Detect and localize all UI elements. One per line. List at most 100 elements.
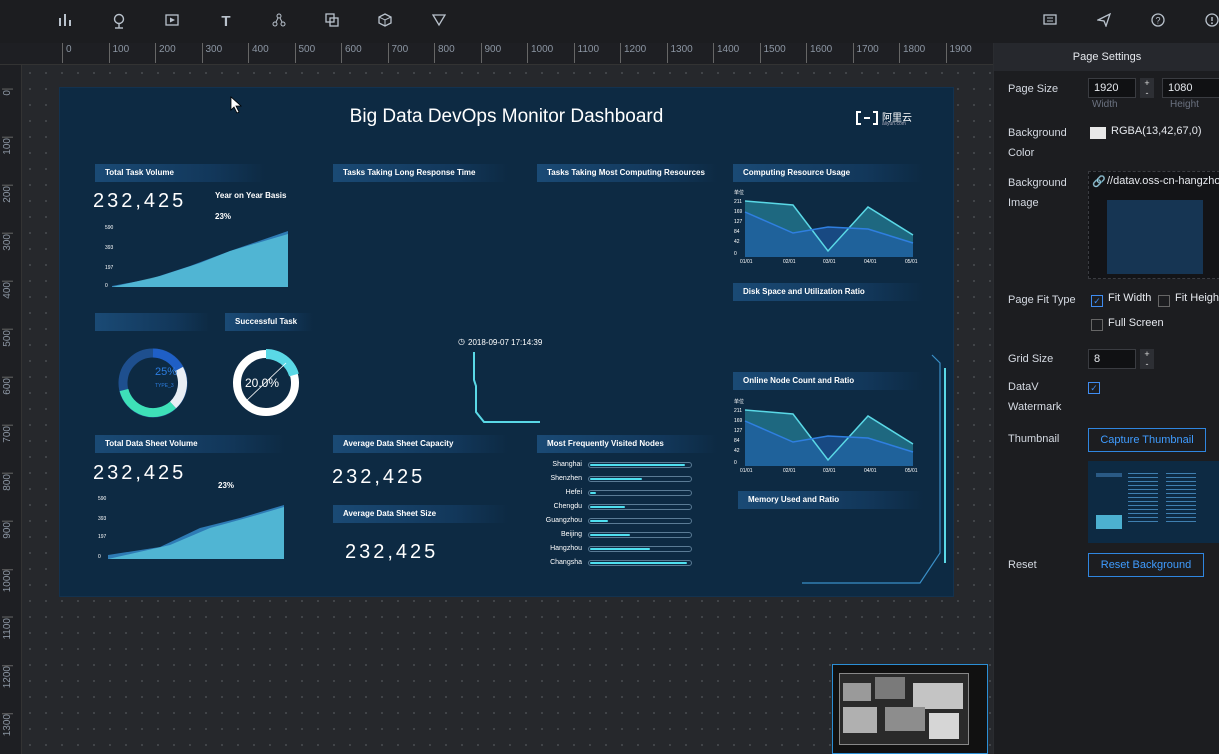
ruler-tick: 1000 — [2, 569, 13, 593]
ruler-tick: 900 — [2, 521, 13, 539]
ruler-tick: 1200 — [620, 43, 646, 63]
bg-image-preview — [1107, 200, 1203, 274]
fit-width-label: Fit Width — [1108, 292, 1152, 304]
ruler-tick: 700 — [2, 425, 13, 443]
widget-title-total-data-sheet: Total Data Sheet Volume — [95, 435, 285, 453]
ruler-tick: 900 — [480, 43, 501, 63]
media-icon[interactable] — [163, 13, 181, 31]
fit-height-label: Fit Height — [1175, 292, 1219, 304]
grid-size-stepper[interactable]: + - — [1140, 349, 1154, 369]
mouse-cursor-icon — [230, 96, 243, 114]
node-bar-row: Beijing — [542, 530, 742, 540]
node-name: Chengdu — [553, 503, 582, 510]
ruler-tick: 1300 — [666, 43, 693, 63]
node-bar-track — [588, 560, 692, 566]
canvas-minimap[interactable] — [832, 664, 988, 754]
node-bar-fill — [590, 562, 687, 564]
bg-image-url[interactable]: //datav.oss-cn-hangzhou.a — [1107, 175, 1219, 187]
dashboard-screen[interactable]: Big Data DevOps Monitor Dashboard 阿里云 al… — [60, 88, 953, 596]
bg-image-label: Background Image — [1008, 177, 1067, 209]
minimap-block — [843, 683, 871, 701]
help-icon[interactable]: ? — [1149, 13, 1167, 31]
clock-icon: ◷ — [458, 337, 465, 346]
panel-header: Page Settings — [994, 43, 1219, 71]
node-bar-row: Changsha — [542, 558, 742, 568]
node-bar-track — [588, 476, 692, 482]
area2-ytick: 197 — [98, 534, 107, 540]
full-screen-label: Full Screen — [1108, 317, 1164, 329]
node-bar-row: Shanghai — [542, 460, 742, 470]
ruler-tick: 1500 — [759, 43, 786, 63]
node-bar-track — [588, 462, 692, 468]
send-icon[interactable] — [1095, 12, 1113, 31]
thumb-block — [1096, 515, 1122, 529]
grid-size-input[interactable]: 8 — [1088, 349, 1136, 369]
node-bar-fill — [590, 520, 608, 522]
minimap-block — [885, 707, 925, 731]
donut2-value: 20.0% — [245, 376, 280, 390]
box-icon[interactable] — [376, 13, 394, 31]
node-bar-fill — [590, 478, 642, 480]
thumbnail-label: Thumbnail — [1008, 433, 1060, 445]
widget-title-visited-nodes: Most Frequently Visited Nodes — [537, 435, 717, 453]
page-height-input[interactable]: 1080 — [1162, 78, 1219, 98]
horizontal-ruler[interactable]: 0 100 200 300 400 500 600 700 800 900 1000 1100 1200… — [0, 43, 993, 65]
area1-ytick: 197 — [105, 265, 114, 271]
info-icon[interactable] — [1203, 13, 1219, 31]
bar-chart-icon[interactable] — [56, 13, 74, 31]
width-stepper[interactable]: + - — [1140, 78, 1154, 98]
node-bar-fill — [590, 506, 625, 508]
vertical-ruler[interactable]: 0 100 200 300 400 500 600 700 800 900 1000 1100 1200… — [0, 65, 22, 754]
color-swatch[interactable] — [1090, 127, 1106, 139]
donut1-value: 25% — [155, 366, 178, 378]
node-bar-fill — [590, 492, 596, 494]
text-icon[interactable]: T — [217, 13, 235, 31]
widget-title-computing-usage: Computing Resource Usage — [733, 164, 923, 182]
line-xtick: 05/01 — [905, 468, 918, 474]
widget-title-most-computing: Tasks Taking Most Computing Resources — [537, 164, 717, 182]
bg-image-dropzone[interactable]: 🔗 //datav.oss-cn-hangzhou.a — [1088, 171, 1219, 279]
fit-height-checkbox[interactable]: ✓ — [1158, 295, 1170, 307]
node-name: Shenzhen — [550, 475, 582, 482]
page-width-input[interactable]: 1920 — [1088, 78, 1136, 98]
line-xtick: 03/01 — [823, 468, 836, 474]
widget-title-blank — [95, 313, 210, 331]
ruler-tick: 800 — [2, 473, 13, 491]
task-volume-area-chart — [112, 231, 288, 287]
node-bar-row: Chengdu — [542, 502, 742, 512]
bg-color-value[interactable]: RGBA(13,42,67,0) — [1111, 125, 1202, 137]
widget-title-successful-task: Successful Task — [225, 313, 313, 331]
node-name: Beijing — [560, 531, 582, 538]
map-pin-icon[interactable] — [110, 13, 128, 31]
minimap-block — [913, 683, 963, 709]
yoy-value: 23% — [215, 212, 232, 221]
ruler-tick: 1000 — [527, 43, 553, 63]
ruler-tick: 400 — [248, 43, 269, 63]
layers-icon[interactable] — [323, 13, 341, 31]
line-ytick: 169 — [734, 209, 743, 215]
reset-background-button[interactable]: Reset Background — [1088, 553, 1204, 577]
area2-ytick: 590 — [98, 496, 107, 502]
computing-usage-chart: 单位 211 169 127 84 42 0 01/01 02/01 03/01… — [733, 187, 928, 267]
fit-width-checkbox[interactable]: ✓ — [1091, 295, 1103, 307]
area2-ytick: 0 — [98, 554, 101, 560]
line-ytick: 127 — [734, 219, 743, 225]
full-screen-checkbox[interactable]: ✓ — [1091, 319, 1103, 331]
page-size-label: Page Size — [1008, 83, 1059, 95]
timestamp-label: 2018-09-07 17:14:39 — [468, 338, 543, 347]
ruler-tick: 1200 — [2, 665, 13, 689]
widget-title-long-response: Tasks Taking Long Response Time — [333, 164, 508, 182]
comment-icon[interactable] — [1041, 13, 1059, 31]
node-bar-fill — [590, 548, 650, 550]
network-icon[interactable] — [270, 13, 288, 31]
data-sheet-pct: 23% — [218, 481, 235, 490]
ruler-tick: 300 — [2, 233, 13, 251]
capture-thumbnail-button[interactable]: Capture Thumbnail — [1088, 428, 1206, 452]
watermark-checkbox[interactable]: ✓ — [1088, 382, 1100, 394]
line-ytick: 0 — [734, 251, 737, 257]
filter-icon[interactable] — [430, 13, 448, 31]
node-bar-track — [588, 490, 692, 496]
ruler-tick: 1300 — [2, 713, 13, 737]
line-ytick: 211 — [734, 408, 742, 414]
grid-size-label: Grid Size — [1008, 353, 1054, 365]
